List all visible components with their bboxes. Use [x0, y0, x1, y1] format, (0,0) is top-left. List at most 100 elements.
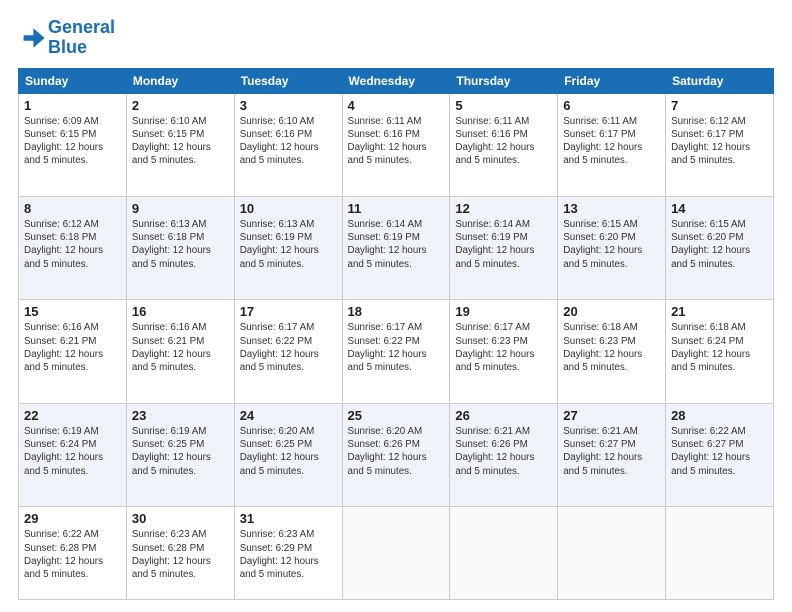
calendar-cell: 7 Sunrise: 6:12 AM Sunset: 6:17 PM Dayli… — [666, 93, 774, 196]
day-number: 12 — [455, 201, 552, 216]
day-info: Sunrise: 6:21 AM Sunset: 6:26 PM Dayligh… — [455, 425, 552, 478]
day-info: Sunrise: 6:13 AM Sunset: 6:18 PM Dayligh… — [132, 218, 229, 271]
day-info: Sunrise: 6:23 AM Sunset: 6:29 PM Dayligh… — [240, 528, 337, 581]
calendar-week-row: 1 Sunrise: 6:09 AM Sunset: 6:15 PM Dayli… — [19, 93, 774, 196]
day-info: Sunrise: 6:18 AM Sunset: 6:24 PM Dayligh… — [671, 321, 768, 374]
day-number: 27 — [563, 408, 660, 423]
calendar-cell: 5 Sunrise: 6:11 AM Sunset: 6:16 PM Dayli… — [450, 93, 558, 196]
weekday-header: Thursday — [450, 68, 558, 93]
day-number: 5 — [455, 98, 552, 113]
day-info: Sunrise: 6:14 AM Sunset: 6:19 PM Dayligh… — [455, 218, 552, 271]
day-info: Sunrise: 6:12 AM Sunset: 6:17 PM Dayligh… — [671, 115, 768, 168]
calendar-cell — [558, 507, 666, 600]
calendar-cell: 23 Sunrise: 6:19 AM Sunset: 6:25 PM Dayl… — [126, 403, 234, 506]
day-number: 8 — [24, 201, 121, 216]
day-number: 18 — [348, 304, 445, 319]
calendar-cell: 20 Sunrise: 6:18 AM Sunset: 6:23 PM Dayl… — [558, 300, 666, 403]
calendar-cell: 21 Sunrise: 6:18 AM Sunset: 6:24 PM Dayl… — [666, 300, 774, 403]
calendar-cell: 12 Sunrise: 6:14 AM Sunset: 6:19 PM Dayl… — [450, 197, 558, 300]
day-number: 11 — [348, 201, 445, 216]
day-number: 13 — [563, 201, 660, 216]
weekday-header: Friday — [558, 68, 666, 93]
calendar-cell: 19 Sunrise: 6:17 AM Sunset: 6:23 PM Dayl… — [450, 300, 558, 403]
calendar-cell: 31 Sunrise: 6:23 AM Sunset: 6:29 PM Dayl… — [234, 507, 342, 600]
logo: General Blue — [18, 18, 115, 58]
day-number: 19 — [455, 304, 552, 319]
day-info: Sunrise: 6:20 AM Sunset: 6:25 PM Dayligh… — [240, 425, 337, 478]
day-info: Sunrise: 6:11 AM Sunset: 6:17 PM Dayligh… — [563, 115, 660, 168]
day-number: 24 — [240, 408, 337, 423]
calendar-cell: 26 Sunrise: 6:21 AM Sunset: 6:26 PM Dayl… — [450, 403, 558, 506]
day-info: Sunrise: 6:22 AM Sunset: 6:27 PM Dayligh… — [671, 425, 768, 478]
header: General Blue — [18, 18, 774, 58]
weekday-header: Tuesday — [234, 68, 342, 93]
calendar-cell: 8 Sunrise: 6:12 AM Sunset: 6:18 PM Dayli… — [19, 197, 127, 300]
calendar-week-row: 29 Sunrise: 6:22 AM Sunset: 6:28 PM Dayl… — [19, 507, 774, 600]
day-number: 9 — [132, 201, 229, 216]
day-number: 16 — [132, 304, 229, 319]
calendar-cell: 18 Sunrise: 6:17 AM Sunset: 6:22 PM Dayl… — [342, 300, 450, 403]
calendar-cell: 10 Sunrise: 6:13 AM Sunset: 6:19 PM Dayl… — [234, 197, 342, 300]
day-number: 22 — [24, 408, 121, 423]
page: General Blue SundayMondayTuesdayWednesda… — [0, 0, 792, 612]
day-info: Sunrise: 6:09 AM Sunset: 6:15 PM Dayligh… — [24, 115, 121, 168]
day-number: 6 — [563, 98, 660, 113]
day-info: Sunrise: 6:13 AM Sunset: 6:19 PM Dayligh… — [240, 218, 337, 271]
calendar-cell: 17 Sunrise: 6:17 AM Sunset: 6:22 PM Dayl… — [234, 300, 342, 403]
day-number: 14 — [671, 201, 768, 216]
day-info: Sunrise: 6:11 AM Sunset: 6:16 PM Dayligh… — [348, 115, 445, 168]
day-info: Sunrise: 6:17 AM Sunset: 6:22 PM Dayligh… — [348, 321, 445, 374]
calendar-cell: 13 Sunrise: 6:15 AM Sunset: 6:20 PM Dayl… — [558, 197, 666, 300]
weekday-header: Monday — [126, 68, 234, 93]
calendar-cell: 24 Sunrise: 6:20 AM Sunset: 6:25 PM Dayl… — [234, 403, 342, 506]
calendar-cell: 25 Sunrise: 6:20 AM Sunset: 6:26 PM Dayl… — [342, 403, 450, 506]
day-number: 3 — [240, 98, 337, 113]
day-info: Sunrise: 6:15 AM Sunset: 6:20 PM Dayligh… — [563, 218, 660, 271]
calendar-cell: 29 Sunrise: 6:22 AM Sunset: 6:28 PM Dayl… — [19, 507, 127, 600]
day-number: 28 — [671, 408, 768, 423]
calendar-cell: 28 Sunrise: 6:22 AM Sunset: 6:27 PM Dayl… — [666, 403, 774, 506]
day-number: 29 — [24, 511, 121, 526]
calendar-cell: 16 Sunrise: 6:16 AM Sunset: 6:21 PM Dayl… — [126, 300, 234, 403]
day-number: 17 — [240, 304, 337, 319]
calendar-table: SundayMondayTuesdayWednesdayThursdayFrid… — [18, 68, 774, 600]
calendar-cell — [666, 507, 774, 600]
calendar-cell: 14 Sunrise: 6:15 AM Sunset: 6:20 PM Dayl… — [666, 197, 774, 300]
logo-text: General Blue — [48, 18, 115, 58]
calendar-cell: 22 Sunrise: 6:19 AM Sunset: 6:24 PM Dayl… — [19, 403, 127, 506]
day-number: 2 — [132, 98, 229, 113]
calendar-cell: 27 Sunrise: 6:21 AM Sunset: 6:27 PM Dayl… — [558, 403, 666, 506]
day-number: 21 — [671, 304, 768, 319]
calendar-header-row: SundayMondayTuesdayWednesdayThursdayFrid… — [19, 68, 774, 93]
day-info: Sunrise: 6:19 AM Sunset: 6:25 PM Dayligh… — [132, 425, 229, 478]
day-info: Sunrise: 6:16 AM Sunset: 6:21 PM Dayligh… — [132, 321, 229, 374]
day-number: 1 — [24, 98, 121, 113]
day-info: Sunrise: 6:16 AM Sunset: 6:21 PM Dayligh… — [24, 321, 121, 374]
day-info: Sunrise: 6:10 AM Sunset: 6:15 PM Dayligh… — [132, 115, 229, 168]
calendar-week-row: 22 Sunrise: 6:19 AM Sunset: 6:24 PM Dayl… — [19, 403, 774, 506]
calendar-cell: 1 Sunrise: 6:09 AM Sunset: 6:15 PM Dayli… — [19, 93, 127, 196]
day-number: 25 — [348, 408, 445, 423]
calendar-cell: 6 Sunrise: 6:11 AM Sunset: 6:17 PM Dayli… — [558, 93, 666, 196]
day-info: Sunrise: 6:23 AM Sunset: 6:28 PM Dayligh… — [132, 528, 229, 581]
calendar-cell: 4 Sunrise: 6:11 AM Sunset: 6:16 PM Dayli… — [342, 93, 450, 196]
day-number: 10 — [240, 201, 337, 216]
day-info: Sunrise: 6:11 AM Sunset: 6:16 PM Dayligh… — [455, 115, 552, 168]
day-info: Sunrise: 6:17 AM Sunset: 6:22 PM Dayligh… — [240, 321, 337, 374]
calendar-cell: 30 Sunrise: 6:23 AM Sunset: 6:28 PM Dayl… — [126, 507, 234, 600]
day-info: Sunrise: 6:15 AM Sunset: 6:20 PM Dayligh… — [671, 218, 768, 271]
day-info: Sunrise: 6:10 AM Sunset: 6:16 PM Dayligh… — [240, 115, 337, 168]
day-number: 15 — [24, 304, 121, 319]
weekday-header: Sunday — [19, 68, 127, 93]
day-info: Sunrise: 6:12 AM Sunset: 6:18 PM Dayligh… — [24, 218, 121, 271]
calendar-week-row: 8 Sunrise: 6:12 AM Sunset: 6:18 PM Dayli… — [19, 197, 774, 300]
calendar-cell: 11 Sunrise: 6:14 AM Sunset: 6:19 PM Dayl… — [342, 197, 450, 300]
calendar-cell: 9 Sunrise: 6:13 AM Sunset: 6:18 PM Dayli… — [126, 197, 234, 300]
calendar-cell: 2 Sunrise: 6:10 AM Sunset: 6:15 PM Dayli… — [126, 93, 234, 196]
calendar-cell: 3 Sunrise: 6:10 AM Sunset: 6:16 PM Dayli… — [234, 93, 342, 196]
day-info: Sunrise: 6:21 AM Sunset: 6:27 PM Dayligh… — [563, 425, 660, 478]
calendar-cell — [342, 507, 450, 600]
calendar-week-row: 15 Sunrise: 6:16 AM Sunset: 6:21 PM Dayl… — [19, 300, 774, 403]
weekday-header: Wednesday — [342, 68, 450, 93]
day-number: 23 — [132, 408, 229, 423]
